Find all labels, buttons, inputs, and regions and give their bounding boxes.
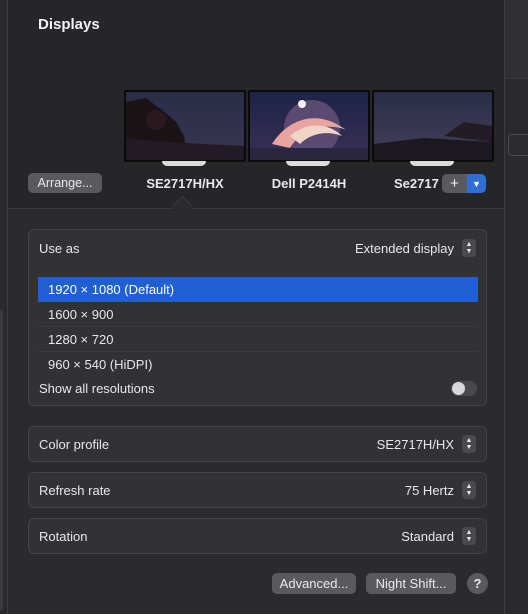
chevron-down-icon: ▼ xyxy=(465,490,473,497)
monitor-wallpaper xyxy=(248,90,370,162)
background-window-field xyxy=(508,134,528,156)
night-shift-button[interactable]: Night Shift... xyxy=(366,573,456,594)
resolution-item[interactable]: 1600 × 900 xyxy=(38,302,478,327)
color-profile-row: Color profile SE2717H/HX ▲ ▼ xyxy=(28,426,487,462)
chevron-down-icon: ▼ xyxy=(465,444,473,451)
chevron-down-icon: ▼ xyxy=(465,248,473,255)
monitor-stand xyxy=(162,161,206,166)
monitor-thumbnail-3[interactable] xyxy=(372,90,494,166)
refresh-rate-row: Refresh rate 75 Hertz ▲ ▼ xyxy=(28,472,487,508)
monitor-stand xyxy=(410,161,454,166)
page-title: Displays xyxy=(38,16,100,33)
help-button[interactable]: ? xyxy=(467,573,488,594)
resolution-item[interactable]: 960 × 540 (HiDPI) xyxy=(38,352,478,376)
resolution-item[interactable]: 1280 × 720 xyxy=(38,327,478,352)
toggle-knob xyxy=(452,382,465,395)
refresh-rate-value[interactable]: 75 Hertz xyxy=(405,483,454,498)
advanced-button[interactable]: Advanced... xyxy=(272,573,356,594)
resolution-item[interactable]: 1920 × 1080 (Default) xyxy=(38,277,478,302)
show-all-resolutions-label: Show all resolutions xyxy=(39,381,155,396)
monitor-thumbnail-1[interactable] xyxy=(124,90,246,166)
rotation-popup-icon[interactable]: ▲ ▼ xyxy=(462,527,476,545)
monitor-stand xyxy=(286,161,330,166)
show-all-resolutions-toggle[interactable] xyxy=(451,381,477,396)
monitor-name-2[interactable]: Dell P2414H xyxy=(248,176,370,191)
rotation-value[interactable]: Standard xyxy=(401,529,454,544)
monitor-thumbnail-2[interactable] xyxy=(248,90,370,166)
monitor-wallpaper xyxy=(124,90,246,162)
color-profile-label: Color profile xyxy=(39,437,110,452)
add-display-control: + ▼ xyxy=(442,174,486,193)
chevron-up-icon: ▲ xyxy=(465,529,473,536)
background-edge xyxy=(0,310,3,610)
color-profile-value[interactable]: SE2717H/HX xyxy=(377,437,454,452)
resolution-list: 1920 × 1080 (Default) 1600 × 900 1280 × … xyxy=(38,277,478,376)
chevron-up-icon: ▲ xyxy=(465,437,473,444)
use-as-popup-icon[interactable]: ▲ ▼ xyxy=(462,239,476,257)
monitor-wallpaper xyxy=(372,90,494,162)
use-as-value[interactable]: Extended display xyxy=(355,241,454,256)
color-profile-popup-icon[interactable]: ▲ ▼ xyxy=(462,435,476,453)
add-display-menu-button[interactable]: ▼ xyxy=(467,174,486,193)
rotation-label: Rotation xyxy=(39,529,88,544)
displays-panel: Displays SE2717H/HX Dell P2414H Se2717 A… xyxy=(7,0,505,614)
chevron-up-icon: ▲ xyxy=(465,483,473,490)
refresh-rate-popup-icon[interactable]: ▲ ▼ xyxy=(462,481,476,499)
chevron-down-icon: ▼ xyxy=(465,536,473,543)
use-as-label: Use as xyxy=(39,241,80,256)
rotation-row: Rotation Standard ▲ ▼ xyxy=(28,518,487,554)
arrange-button[interactable]: Arrange... xyxy=(28,173,102,193)
add-display-button[interactable]: + xyxy=(442,174,467,193)
chevron-down-icon: ▼ xyxy=(472,178,481,189)
display-mode-card: Use as Extended display ▲ ▼ 1920 × 1080 (… xyxy=(28,229,487,406)
monitor-name-1[interactable]: SE2717H/HX xyxy=(124,176,246,191)
monitor-name-3[interactable]: Se2717 xyxy=(394,176,440,191)
refresh-rate-label: Refresh rate xyxy=(39,483,111,498)
chevron-up-icon: ▲ xyxy=(465,241,473,248)
